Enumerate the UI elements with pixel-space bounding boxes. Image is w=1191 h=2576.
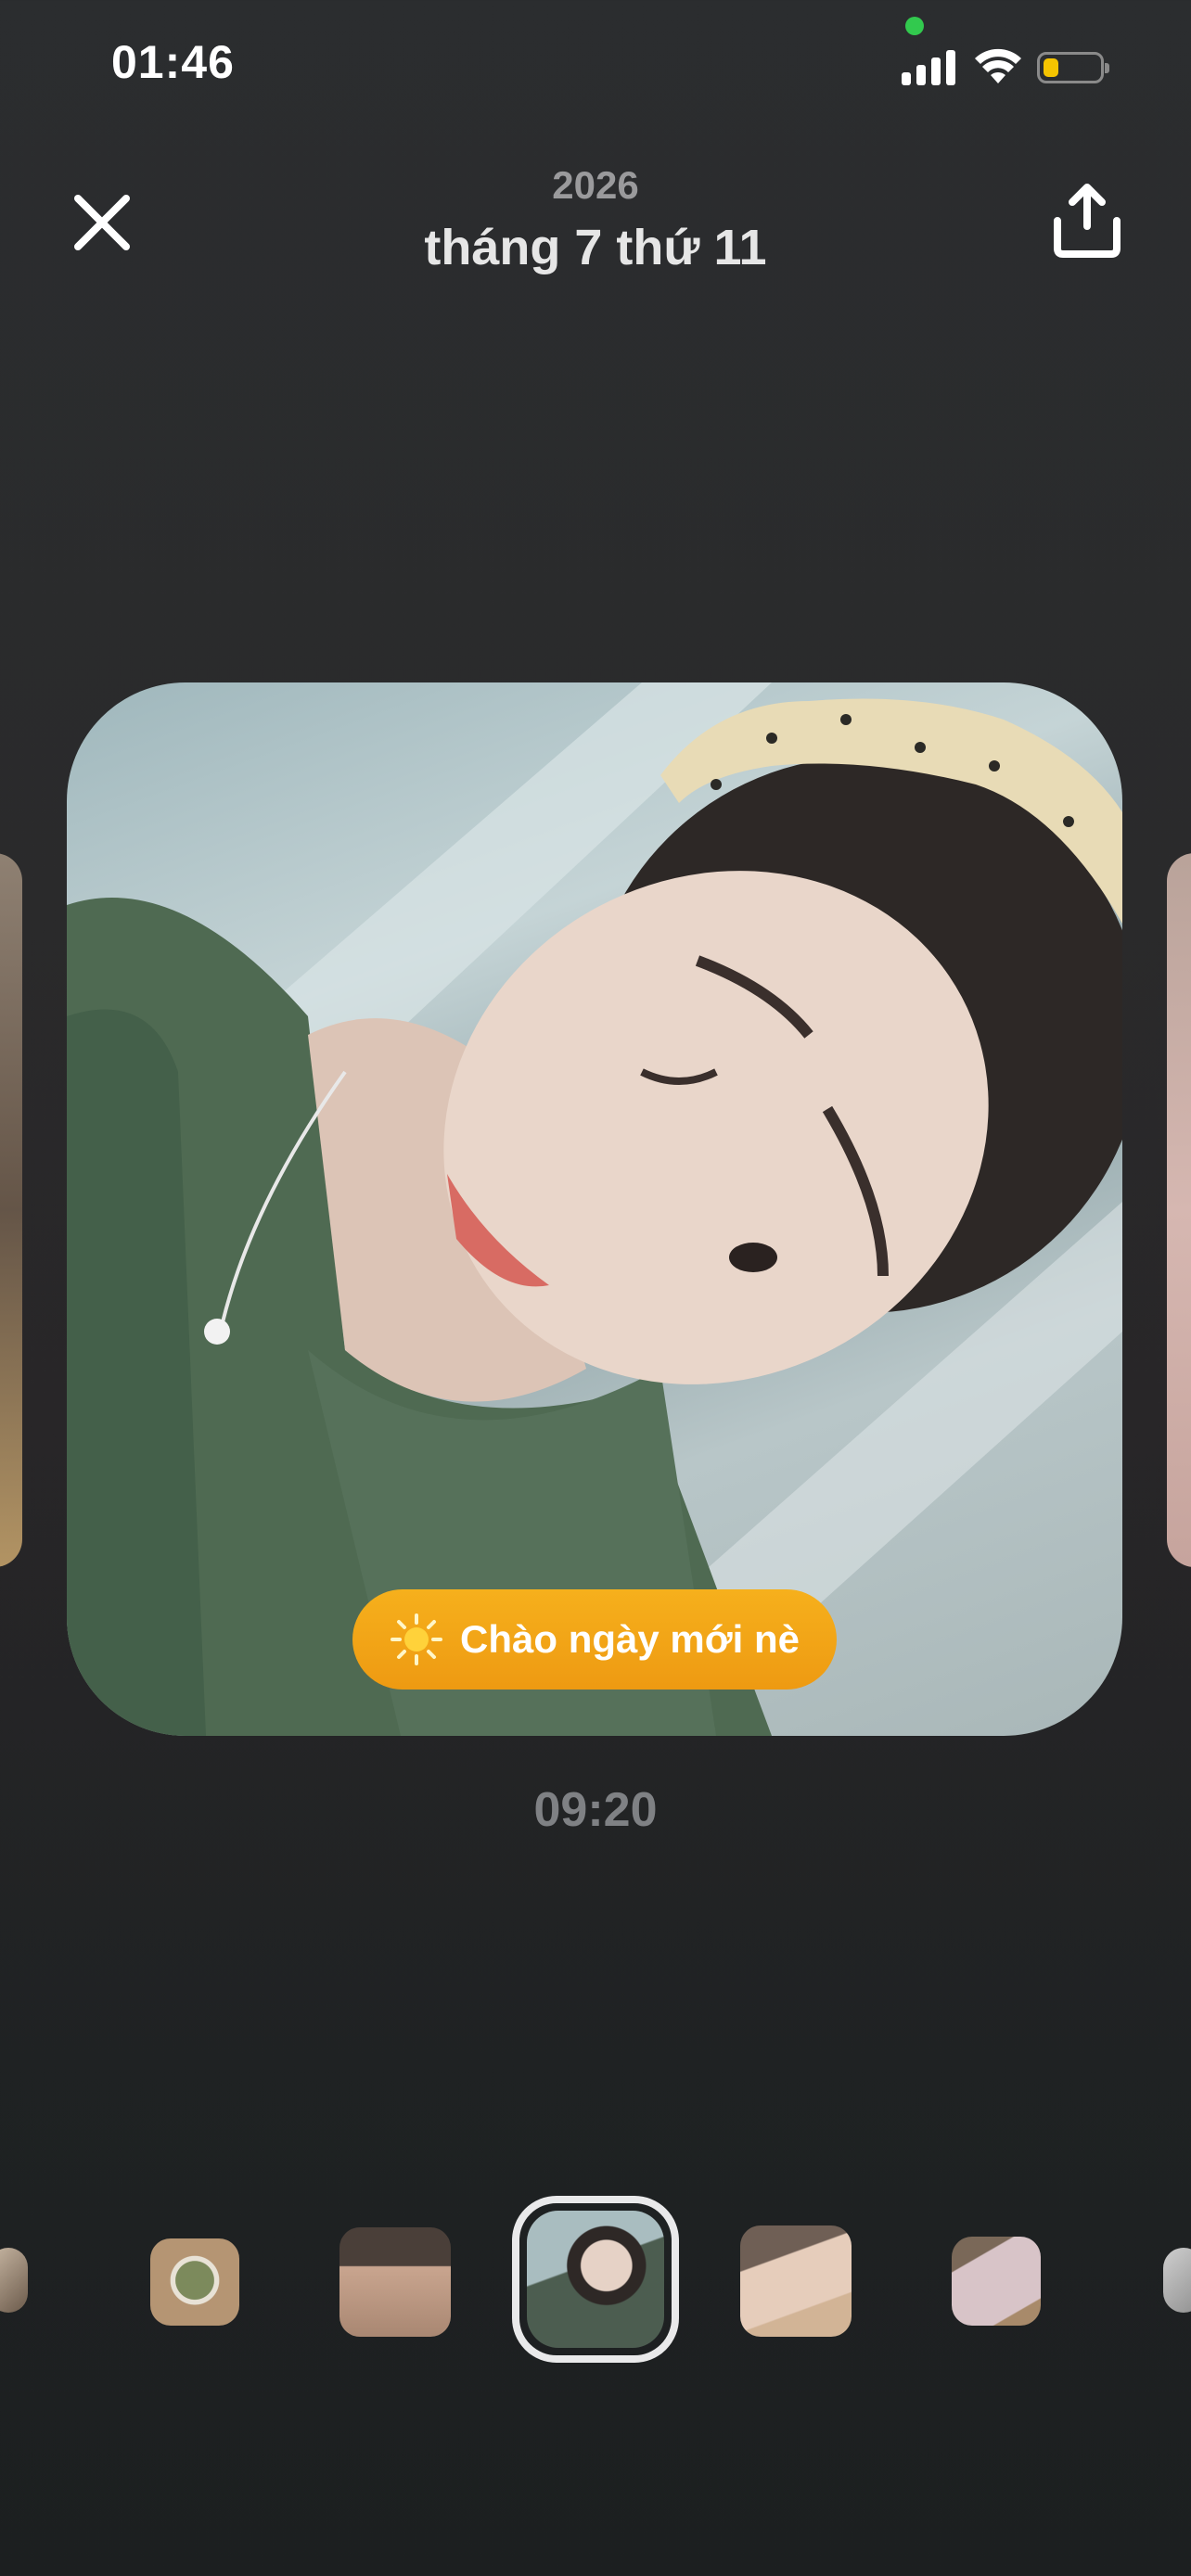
status-time: 01:46 [111, 36, 235, 88]
thumb-hand-comb[interactable] [740, 2225, 852, 2337]
thumb-person-forehead[interactable] [339, 2227, 451, 2337]
thumb-partial-left[interactable] [0, 2248, 28, 2313]
selfie-photo-image [67, 682, 1122, 1736]
thumb-partial-right[interactable] [1163, 2248, 1191, 2313]
battery-icon [1037, 52, 1109, 83]
previous-photo-card[interactable] [0, 853, 22, 1567]
thumb-selfie-selected[interactable] [527, 2211, 664, 2348]
thumb-hand-item[interactable] [952, 2237, 1041, 2326]
sun-icon [391, 1613, 443, 1665]
date-title: tháng 7 thứ 11 [424, 220, 767, 275]
main-photo[interactable] [67, 682, 1122, 1736]
battery-level [1044, 58, 1058, 77]
photo-time: 09:20 [533, 1783, 658, 1837]
share-upload-icon [1054, 184, 1121, 258]
share-button[interactable] [1050, 182, 1124, 260]
recording-indicator-dot [905, 17, 924, 35]
year-label: 2026 [552, 163, 639, 207]
thumb-pho-bowl[interactable] [150, 2238, 239, 2326]
caption-text: Chào ngày mới nè [460, 1617, 800, 1661]
cellular-signal-icon [902, 48, 957, 85]
wifi-icon [975, 48, 1021, 83]
caption-pill[interactable]: Chào ngày mới nè [352, 1589, 837, 1690]
next-photo-card[interactable] [1167, 853, 1191, 1567]
